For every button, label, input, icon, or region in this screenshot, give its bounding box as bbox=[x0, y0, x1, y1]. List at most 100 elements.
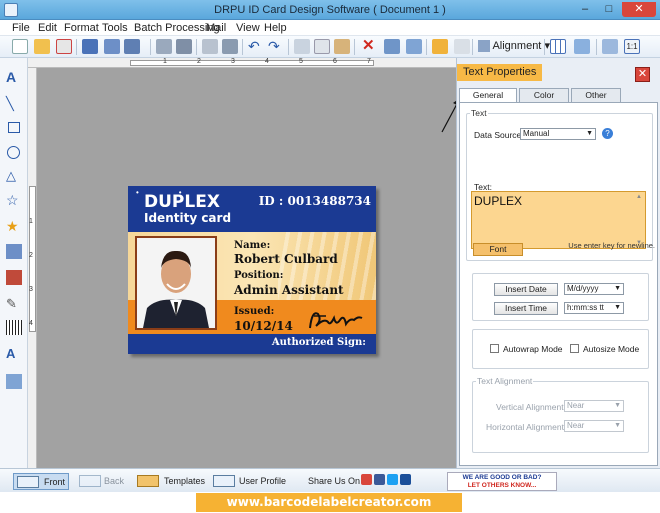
menu-tools[interactable]: Tools bbox=[102, 22, 128, 34]
text-tool-icon[interactable]: A bbox=[6, 70, 22, 85]
page-setup-icon[interactable] bbox=[202, 39, 218, 54]
google-plus-icon[interactable] bbox=[361, 474, 372, 485]
issued-value[interactable]: 10/12/14 bbox=[234, 319, 293, 333]
card-brand[interactable]: DUPLEX bbox=[144, 192, 220, 212]
alignment-group bbox=[472, 381, 649, 453]
design-canvas[interactable]: • • DUPLEX Identity card ID : 0013488734 bbox=[37, 68, 456, 468]
autosize-checkbox[interactable] bbox=[570, 344, 579, 353]
name-value[interactable]: Robert Culbard bbox=[234, 252, 338, 266]
twitter-icon[interactable] bbox=[387, 474, 398, 485]
watermark-tool-icon[interactable]: A bbox=[6, 346, 22, 361]
front-side-button[interactable]: Front bbox=[13, 473, 69, 490]
menu-edit[interactable]: Edit bbox=[38, 22, 57, 34]
menu-file[interactable]: File bbox=[12, 22, 30, 34]
issued-label[interactable]: Issued: bbox=[234, 306, 274, 317]
open-icon[interactable] bbox=[34, 39, 50, 54]
database-icon[interactable] bbox=[222, 39, 238, 54]
insert-date-button[interactable]: Insert Date bbox=[494, 283, 558, 296]
name-label[interactable]: Name: bbox=[234, 240, 270, 251]
shape-tool-icon[interactable]: ★ bbox=[6, 218, 22, 234]
date-format-select[interactable]: M/d/yyyy ▼ bbox=[564, 283, 624, 295]
font-button[interactable]: Font bbox=[473, 243, 523, 256]
paste-icon[interactable] bbox=[334, 39, 350, 54]
data-source-label: Data Source: bbox=[474, 130, 524, 140]
triangle-tool-icon[interactable]: △ bbox=[6, 168, 22, 183]
card-id-number[interactable]: ID : 0013488734 bbox=[259, 194, 371, 208]
cut-icon[interactable] bbox=[294, 39, 310, 54]
barcode-tool-icon[interactable] bbox=[6, 320, 22, 335]
feedback-button[interactable]: WE ARE GOOD OR BAD? LET OTHERS KNOW... bbox=[447, 472, 557, 491]
ellipse-tool-icon[interactable] bbox=[7, 146, 20, 159]
linkedin-icon[interactable] bbox=[400, 474, 411, 485]
menu-format[interactable]: Format bbox=[64, 22, 99, 34]
position-value[interactable]: Admin Assistant bbox=[234, 283, 344, 297]
print-preview-icon[interactable] bbox=[156, 39, 172, 54]
maximize-button[interactable]: □ bbox=[598, 2, 620, 17]
lock-icon[interactable] bbox=[432, 39, 448, 54]
horizontal-alignment-select[interactable]: Near ▼ bbox=[564, 420, 624, 432]
user-profile-icon bbox=[213, 475, 235, 487]
library-tool-icon[interactable] bbox=[6, 270, 22, 285]
user-profile-button[interactable]: User Profile bbox=[210, 473, 288, 490]
card-back-icon bbox=[79, 475, 101, 487]
actual-size-icon[interactable]: 1:1 bbox=[624, 39, 640, 54]
share-label: Share Us On : bbox=[308, 476, 366, 486]
picture-tool-icon[interactable] bbox=[6, 374, 22, 389]
image-tool-icon[interactable] bbox=[6, 244, 22, 259]
redo-icon[interactable]: ↷ bbox=[268, 39, 284, 54]
help-icon[interactable]: ? bbox=[602, 128, 613, 139]
tab-general-settings[interactable]: General Settings bbox=[459, 88, 517, 113]
group-icon[interactable] bbox=[384, 39, 400, 54]
authorized-sign-label[interactable]: Authorized Sign: bbox=[272, 337, 366, 348]
mail-icon[interactable] bbox=[574, 39, 590, 54]
footer: www.barcodelabelcreator.com bbox=[0, 492, 660, 513]
fit-window-icon[interactable] bbox=[602, 39, 618, 54]
save-icon[interactable] bbox=[82, 39, 98, 54]
print-icon[interactable] bbox=[176, 39, 192, 54]
website-url[interactable]: www.barcodelabelcreator.com bbox=[196, 493, 462, 512]
facebook-icon[interactable] bbox=[374, 474, 385, 485]
id-card[interactable]: • • DUPLEX Identity card ID : 0013488734 bbox=[128, 186, 376, 354]
alignment-button[interactable]: Alignment ▾ bbox=[478, 39, 550, 55]
vertical-alignment-select[interactable]: Near ▼ bbox=[564, 400, 624, 412]
menu-help[interactable]: Help bbox=[264, 22, 287, 34]
position-label[interactable]: Position: bbox=[234, 270, 283, 281]
signature-tool-icon[interactable]: ✎ bbox=[6, 296, 22, 311]
tab-color-settings[interactable]: Color Settings bbox=[519, 88, 569, 113]
minimize-button[interactable]: – bbox=[574, 2, 596, 17]
signature-image[interactable] bbox=[306, 306, 364, 334]
ungroup-icon[interactable] bbox=[406, 39, 422, 54]
close-doc-icon[interactable] bbox=[56, 39, 72, 54]
drawing-tools: A ╲ △ ☆ ★ ✎ A bbox=[0, 58, 28, 468]
autowrap-checkbox[interactable] bbox=[490, 344, 499, 353]
rectangle-tool-icon[interactable] bbox=[8, 122, 20, 133]
export-icon[interactable] bbox=[124, 39, 140, 54]
menu-mail[interactable]: Mail bbox=[206, 22, 226, 34]
settings-tabs: General Settings Color Settings Other Se… bbox=[459, 88, 659, 113]
card-photo[interactable] bbox=[135, 236, 217, 330]
vertical-ruler: 1 2 3 4 bbox=[28, 68, 37, 468]
back-side-button[interactable]: Back bbox=[76, 473, 126, 490]
insert-time-button[interactable]: Insert Time bbox=[494, 302, 558, 315]
vertical-alignment-label: Vertical Alignment bbox=[496, 402, 564, 412]
unlock-icon[interactable] bbox=[454, 39, 470, 54]
grid-icon[interactable] bbox=[550, 39, 566, 54]
tab-other-settings[interactable]: Other Settings bbox=[571, 88, 621, 113]
new-icon[interactable] bbox=[12, 39, 28, 54]
close-button[interactable]: ✕ bbox=[622, 2, 656, 17]
time-format-select[interactable]: h:mm:ss tt ▼ bbox=[564, 302, 624, 314]
data-source-select[interactable]: Manual ▼ bbox=[520, 128, 596, 140]
templates-button[interactable]: Templates bbox=[134, 473, 205, 490]
chevron-down-icon: ▼ bbox=[614, 402, 621, 409]
card-subtitle[interactable]: Identity card bbox=[144, 211, 231, 225]
panel-close-button[interactable]: ✕ bbox=[635, 67, 650, 82]
save-as-icon[interactable] bbox=[104, 39, 120, 54]
card-footer: Authorized Sign: bbox=[128, 334, 376, 354]
copy-icon[interactable] bbox=[314, 39, 330, 54]
chevron-down-icon: ▼ bbox=[586, 130, 593, 137]
delete-icon[interactable]: ✕ bbox=[362, 38, 378, 54]
line-tool-icon[interactable]: ╲ bbox=[6, 96, 22, 111]
star-tool-icon[interactable]: ☆ bbox=[6, 192, 22, 208]
menu-view[interactable]: View bbox=[236, 22, 260, 34]
undo-icon[interactable]: ↶ bbox=[248, 39, 264, 54]
